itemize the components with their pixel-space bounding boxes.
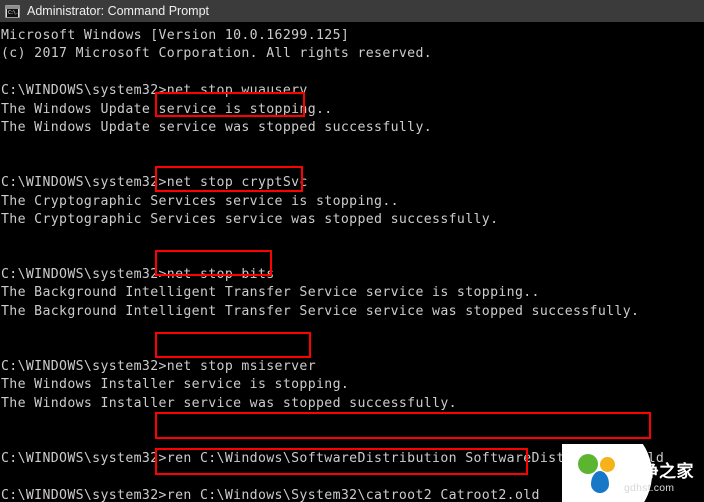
logo-dot-yellow [600,457,615,472]
terminal-line: The Windows Installer service was stoppe… [1,395,457,411]
console-icon-glyph: C:\. [7,8,19,17]
terminal-line: The Cryptographic Services service was s… [1,211,499,227]
terminal-line: Microsoft Windows [Version 10.0.16299.12… [1,28,350,43]
window-titlebar: C:\. Administrator: Command Prompt [0,0,704,22]
logo-dot-blue [591,471,609,493]
window-title: Administrator: Command Prompt [27,4,210,18]
terminal-line: The Windows Installer service is stoppin… [1,377,350,393]
terminal-line: C:\WINDOWS\system32>net stop wuauserv [1,83,308,99]
terminal-line: (c) 2017 Microsoft Corporation. All righ… [1,46,433,62]
terminal-line: C:\WINDOWS\system32>net stop bits [1,267,275,283]
watermark: 纯净之家 gdhst.com [562,444,704,502]
terminal-line: C:\WINDOWS\system32>net stop cryptSvc [1,175,308,191]
terminal-line: The Windows Update service was stopped s… [1,119,433,135]
logo-dot-green [578,454,598,474]
command-prompt-window: C:\. Administrator: Command Prompt Micro… [0,0,704,502]
terminal-line: The Background Intelligent Transfer Serv… [1,285,540,301]
terminal-line: The Windows Update service is stopping.. [1,101,333,117]
terminal-text: Microsoft Windows [Version 10.0.16299.12… [1,27,701,502]
watermark-logo-icon [576,452,622,496]
watermark-url: gdhst.com [624,482,675,494]
watermark-brand: 纯净之家 [624,462,694,482]
terminal-line: The Cryptographic Services service is st… [1,193,399,209]
console-icon: C:\. [5,4,20,18]
terminal-line: The Background Intelligent Transfer Serv… [1,303,640,319]
watermark-text: 纯净之家 gdhst.com [624,462,704,495]
console-output-area[interactable]: Microsoft Windows [Version 10.0.16299.12… [0,22,704,502]
terminal-line: C:\WINDOWS\system32>net stop msiserver [1,359,317,375]
